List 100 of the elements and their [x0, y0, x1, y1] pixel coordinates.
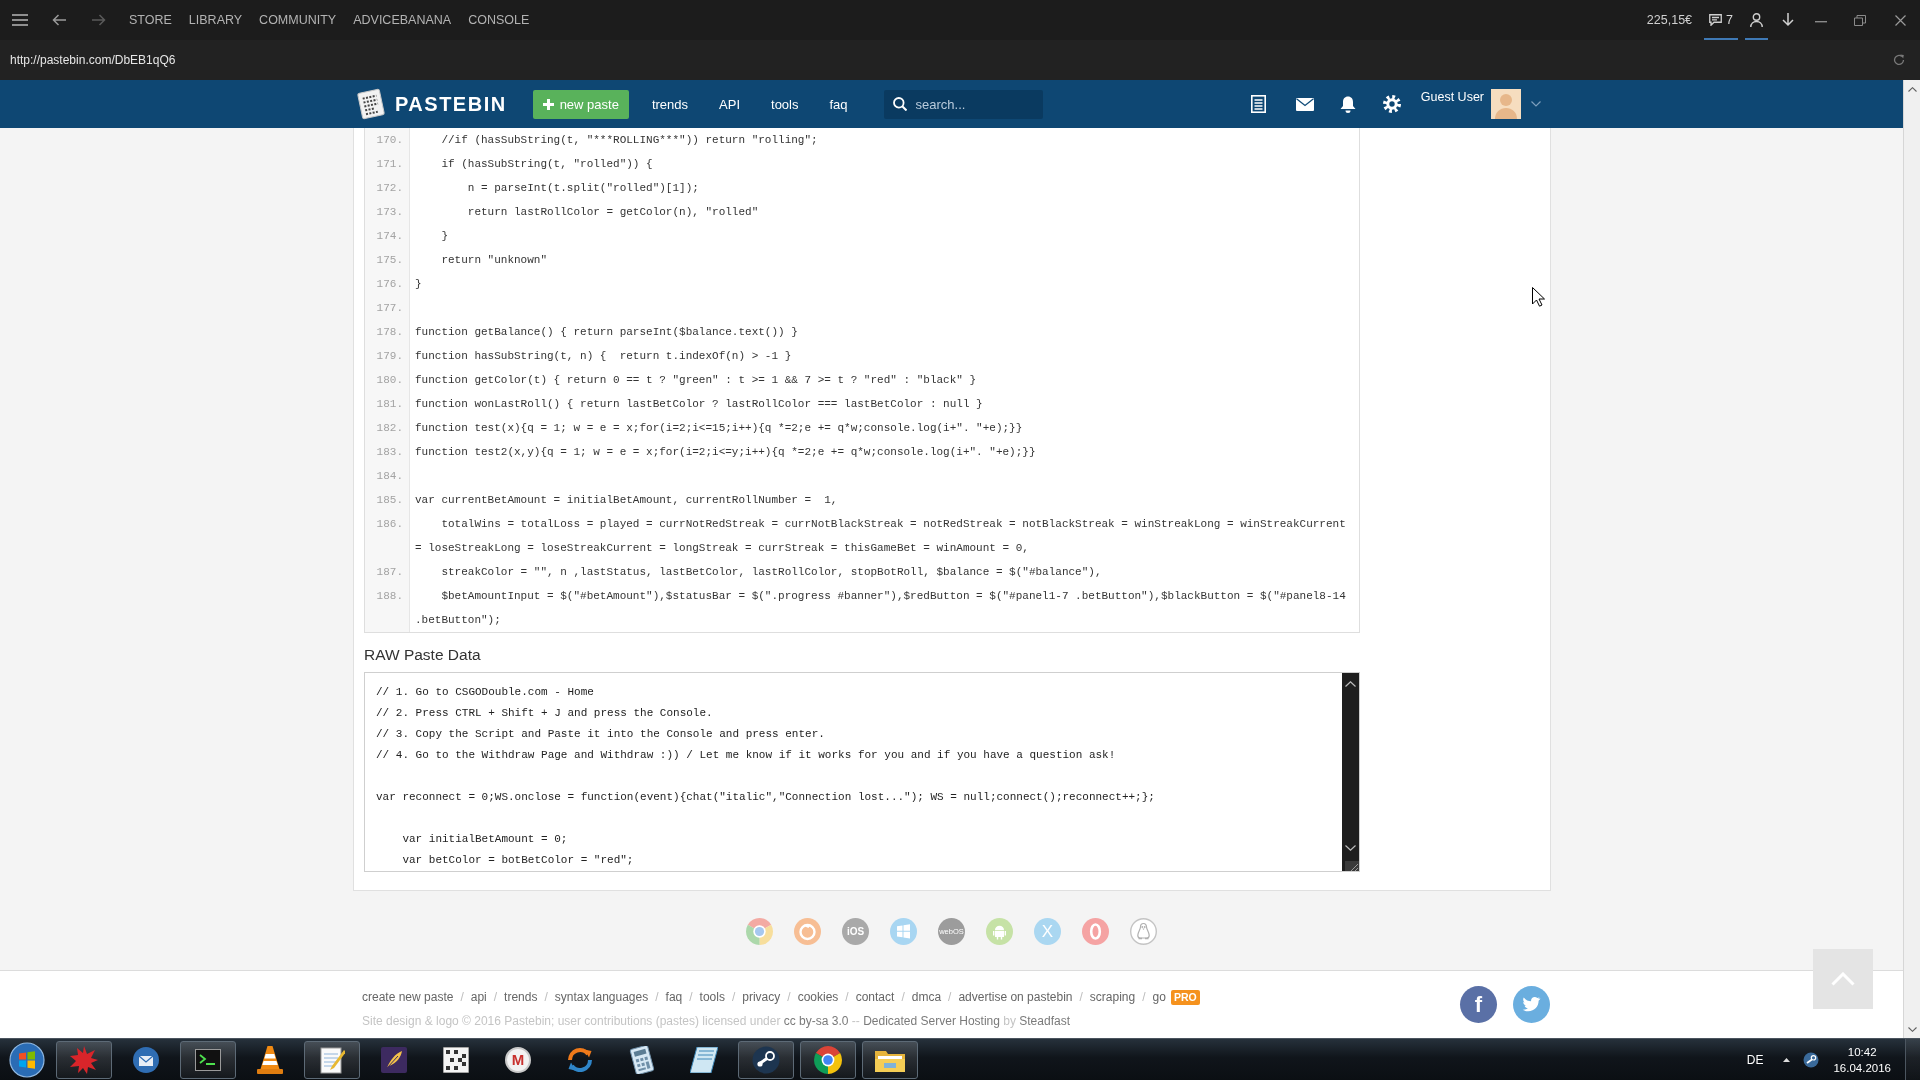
footer-link[interactable]: advertise on pastebin — [958, 990, 1073, 1004]
user-name[interactable]: Guest User — [1420, 89, 1484, 105]
chevron-down-icon[interactable] — [1907, 1027, 1917, 1032]
chevron-down-icon[interactable] — [1345, 845, 1356, 851]
user-icon — [1750, 13, 1763, 27]
nav-link[interactable]: CONSOLE — [468, 13, 530, 27]
nav-link[interactable]: LIBRARY — [188, 13, 243, 27]
line-number: 173. — [376, 206, 403, 218]
taskbar-button[interactable] — [304, 1040, 360, 1079]
wallet-balance[interactable]: 225,15€ — [1646, 13, 1693, 27]
search-icon — [892, 97, 907, 111]
footer-link[interactable]: create new paste — [362, 990, 454, 1004]
taskbar-button[interactable] — [738, 1040, 794, 1079]
line-number: 187. — [376, 566, 403, 578]
footer-link[interactable]: go — [1152, 990, 1166, 1004]
line-number: 182. — [376, 422, 403, 434]
footer-link[interactable]: cc by-sa 3.0 — [783, 1014, 849, 1028]
section-title: RAW Paste Data — [364, 645, 481, 665]
line-number: 184. — [376, 470, 403, 482]
footer-link[interactable]: Steadfast — [1019, 1014, 1070, 1028]
code-line: if (hasSubString(t, "rolled")) { — [440, 158, 653, 170]
code-line: function getBalance() { return parseInt($balance.text()) } — [415, 326, 798, 338]
resize-grip-icon[interactable] — [1345, 861, 1359, 871]
link-separator: / — [948, 990, 952, 1004]
link-separator: / — [689, 990, 693, 1004]
traffic-cone-icon — [257, 1045, 283, 1074]
line-number: 179. — [376, 350, 403, 362]
footer-link[interactable]: scraping — [1089, 990, 1136, 1004]
line-number: 178. — [376, 326, 403, 338]
taskbar-button[interactable] — [800, 1040, 856, 1079]
code-line: n = parseInt(t.split("rolled")[1]); — [466, 182, 699, 194]
footer-link[interactable]: faq — [665, 990, 683, 1004]
show-desktop-button[interactable] — [1905, 1038, 1920, 1080]
link-separator: / — [845, 990, 849, 1004]
download-icon[interactable] — [1782, 13, 1794, 27]
key-disc-icon[interactable] — [1803, 1051, 1820, 1068]
nav-link[interactable]: COMMUNITY — [259, 13, 337, 27]
footer-link[interactable]: tools — [699, 990, 725, 1004]
bell-icon[interactable] — [1339, 95, 1356, 113]
nav-link[interactable]: API — [719, 96, 740, 112]
footer-link[interactable]: api — [470, 990, 487, 1004]
nav-link[interactable]: trends — [651, 96, 689, 112]
scrollbar[interactable] — [1342, 673, 1359, 871]
footer-link[interactable]: contact — [855, 990, 895, 1004]
footer-link[interactable]: cookies — [797, 990, 839, 1004]
line-number: 186. — [376, 518, 403, 530]
reload-icon[interactable] — [1893, 54, 1905, 66]
chevron-up-icon[interactable] — [1907, 87, 1917, 92]
notepad-icon — [319, 1045, 345, 1074]
code-line: var currentBetAmount = initialBetAmount, currentRollNumber = 1, — [415, 494, 838, 506]
minimize-icon[interactable] — [1815, 21, 1827, 23]
language-indicator[interactable]: DE — [1746, 1052, 1764, 1067]
footer-link[interactable]: Dedicated Server Hosting — [863, 1014, 1000, 1028]
address-field[interactable]: http://pastebin.com/DbEB1qQ6 — [10, 53, 176, 67]
nav-link[interactable]: ADVICEBANANA — [353, 13, 452, 27]
mail-icon[interactable] — [1295, 97, 1314, 111]
clock-time[interactable]: 10:42 — [1847, 1043, 1877, 1060]
code-line: // 2. Press CTRL + Shift + J and press the Console. — [376, 707, 713, 719]
nav-link[interactable]: tools — [771, 96, 799, 112]
menu-icon[interactable] — [12, 14, 28, 26]
list-icon[interactable] — [1250, 95, 1266, 113]
taskbar-button[interactable]: M — [490, 1040, 546, 1079]
footer-link[interactable]: syntax languages — [554, 990, 649, 1004]
mouse-cursor-icon — [1532, 287, 1545, 307]
line-number: 172. — [376, 182, 403, 194]
key-disc-icon — [752, 1045, 780, 1074]
restore-icon[interactable] — [1854, 14, 1866, 26]
chevron-up-icon[interactable] — [1345, 681, 1356, 687]
app-letter-logo: M — [505, 1046, 531, 1073]
scrollbar[interactable] — [1903, 80, 1920, 1038]
caret-up-icon[interactable] — [1783, 1057, 1791, 1062]
social-link[interactable]: f — [1460, 986, 1497, 1023]
code-line: function test2(x,y){q = 1; w = e = x;for(i=2;i<=y;i++){q *=2;e += q*w;console.log(i+". "+e);}} — [415, 446, 1036, 458]
taskbar-button[interactable] — [862, 1040, 918, 1079]
code-line: return "unknown" — [440, 254, 548, 266]
raw-paste-field[interactable] — [364, 672, 1360, 872]
nav-link[interactable]: faq — [829, 96, 848, 112]
splat-icon — [70, 1045, 98, 1074]
clock-date[interactable]: 16.04.2016 — [1833, 1059, 1891, 1076]
code-line: function test(x){q = 1; w = e = x;for(i=2;i<=15;i++){q *=2;e += q*w;console.log(i+". "+e);}} — [415, 422, 1023, 434]
back-arrow-icon[interactable] — [52, 14, 66, 26]
search-field[interactable]: search... — [883, 89, 1043, 119]
settings-icon[interactable] — [1382, 95, 1401, 113]
start-button[interactable] — [9, 1041, 45, 1078]
terminal-icon — [195, 1048, 221, 1071]
feather-tile-icon — [381, 1046, 407, 1073]
site-logo-text[interactable]: PASTEBIN — [395, 92, 507, 116]
line-number: 176. — [376, 278, 403, 290]
footer-link[interactable]: privacy — [742, 990, 781, 1004]
code-line: //if (hasSubString(t, "***ROLLING***")) return "rolling"; — [440, 134, 818, 146]
code-line: function hasSubString(t, n) { return t.indexOf(n) > -1 } — [415, 350, 792, 362]
chat-bubble-icon — [1709, 14, 1723, 26]
nav-link[interactable]: STORE — [129, 13, 172, 27]
line-number: 177. — [376, 302, 403, 314]
taskbar-button[interactable] — [180, 1040, 236, 1079]
grid-icon — [443, 1046, 469, 1073]
close-icon[interactable] — [1895, 14, 1906, 26]
footer-link[interactable]: dmca — [911, 990, 942, 1004]
line-number: 174. — [376, 230, 403, 242]
footer-link[interactable]: trends — [504, 990, 538, 1004]
